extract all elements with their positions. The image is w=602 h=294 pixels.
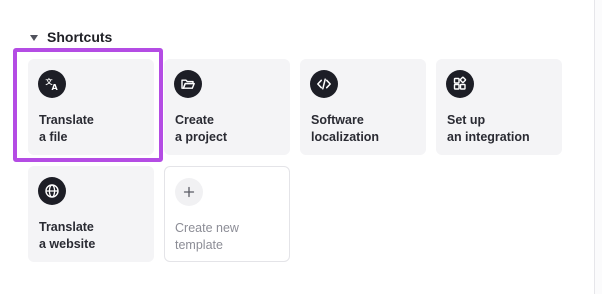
shortcut-set-up-integration[interactable]: Set up an integration xyxy=(436,59,562,155)
globe-icon xyxy=(38,177,66,205)
svg-text:A: A xyxy=(52,83,59,92)
translate-icon: 文 A xyxy=(38,70,66,98)
tile-label: Set up an integration xyxy=(447,113,530,144)
shortcut-create-project[interactable]: Create a project xyxy=(164,59,290,155)
shortcut-translate-file[interactable]: 文 A Translate a file xyxy=(28,59,154,155)
tile-label: Create new template xyxy=(175,221,239,252)
tile-label: Create a project xyxy=(175,113,228,144)
section-title: Shortcuts xyxy=(47,29,113,45)
tile-label: Software localization xyxy=(311,113,380,144)
scrollbar-track xyxy=(594,0,602,294)
plus-icon xyxy=(175,178,203,206)
code-icon xyxy=(310,70,338,98)
shortcut-software-localization[interactable]: Software localization xyxy=(300,59,426,155)
caret-down-icon xyxy=(30,34,38,41)
shortcut-create-template[interactable]: Create new template xyxy=(164,166,290,262)
shortcuts-section-toggle[interactable]: Shortcuts xyxy=(30,27,112,47)
apps-icon xyxy=(446,70,474,98)
folder-open-icon xyxy=(174,70,202,98)
tile-label: Translate a website xyxy=(39,220,96,251)
tile-label: Translate a file xyxy=(39,113,94,144)
shortcut-translate-website[interactable]: Translate a website xyxy=(28,166,154,262)
